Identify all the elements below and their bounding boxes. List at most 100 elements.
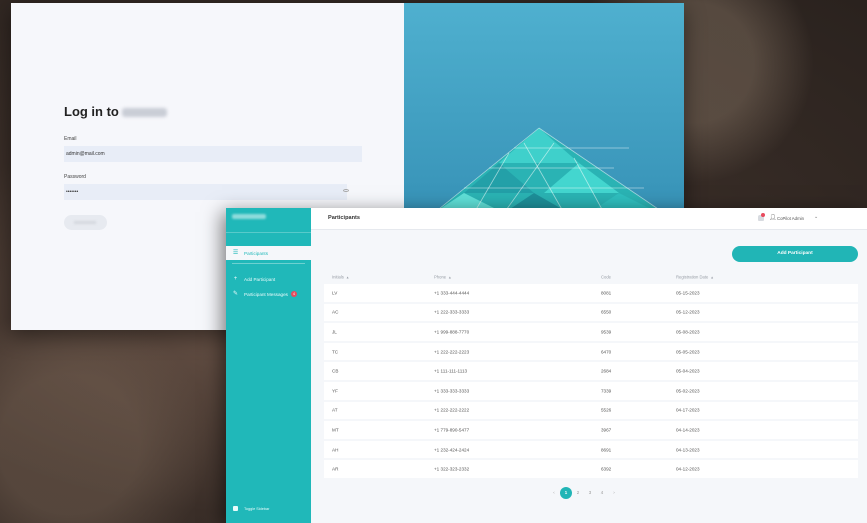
blurred-button-label [74,221,96,224]
initials-cell: CB [332,368,339,374]
chat-icon: ✎ [232,290,239,297]
table-header: Initials ▲ Phone ▲ Code Registration Date ▲ [324,270,858,284]
page-button-4[interactable]: 4 [596,487,608,499]
table-row[interactable]: TC +1 222-222-2223 6470 05-05-2023 [324,342,858,363]
initials-cell: AT [332,407,338,413]
table-row[interactable]: AH +1 232-424-2424 8691 04-13-2023 [324,440,858,461]
table-row[interactable]: AC +1 222-333-3333 6550 05-12-2023 [324,303,858,324]
phone-cell: +1 111-111-1113 [434,368,468,374]
sort-icon: ▲ [710,275,714,280]
registration-date-cell: 05-05-2023 [676,349,700,355]
registration-date-cell: 04-14-2023 [676,427,700,433]
list-icon: ☰ [232,249,239,256]
sidebar-divider [226,232,311,233]
notification-dot [761,213,765,217]
table-row[interactable]: YF +1 333-333-3333 7339 05-02-2023 [324,381,858,402]
table-row[interactable]: MT +1 779-890-5477 3967 04-14-2023 [324,421,858,441]
sidebar-item-label: Participants [244,250,269,256]
blurred-logo [232,214,266,219]
sort-icon: ▲ [345,275,350,280]
toggle-sidebar-button[interactable]: Toggle Sidebar [233,506,269,511]
blurred-app-name [121,108,167,118]
unread-badge: 4 [290,291,297,297]
page-title: Participants [328,215,361,221]
sidebar-divider [232,263,305,264]
registration-date-cell: 05-08-2023 [676,329,700,335]
phone-cell: +1 779-890-5477 [434,427,470,433]
plus-icon: + [233,275,238,282]
phone-cell: +1 222-222-2222 [434,407,470,413]
toggle-sidebar-label: Toggle Sidebar [244,506,270,511]
initials-cell: MT [332,427,339,433]
registration-date-cell: 04-13-2023 [676,447,700,453]
phone-cell: +1 222-222-2223 [434,349,470,355]
password-label: Password [64,174,86,180]
code-cell: 6550 [601,309,612,315]
code-cell: 2684 [601,368,612,374]
table-row[interactable]: JL +1 999-888-7770 9539 05-08-2023 [324,323,858,343]
table-row[interactable]: LV +1 333-444-4444 8081 05-15-2023 [324,284,858,304]
login-button[interactable] [64,215,107,230]
registration-date-cell: 05-04-2023 [676,368,700,374]
initials-cell: JL [332,329,337,335]
sidebar: ☰ Participants + Add Participant ✎ Parti… [226,208,311,523]
phone-cell: +1 333-444-4444 [434,290,470,296]
password-field[interactable]: ••••••• [64,184,347,200]
code-cell: 6392 [601,466,612,472]
login-title: Log in to [64,104,167,119]
sort-icon: ▲ [448,275,452,280]
phone-cell: +1 333-333-3333 [434,388,470,394]
registration-date-cell: 05-12-2023 [676,309,700,315]
page-button-2[interactable]: 2 [572,487,584,499]
initials-cell: TC [332,349,339,355]
sidebar-item-label: Add Participant [244,276,276,282]
email-field[interactable]: admin@mail.com [64,146,362,162]
code-cell: 6470 [601,349,612,355]
initials-cell: AR [332,466,339,472]
email-label: Email [64,136,77,142]
sidebar-item-label: Participant Messages [244,291,288,297]
initials-cell: AC [332,309,339,315]
phone-cell: +1 322-323-2332 [434,466,470,472]
top-bar: Participants 👤︎ CoPilot Admin ⌄ [311,208,867,230]
table-row[interactable]: CB +1 111-111-1113 2684 05-04-2023 [324,362,858,382]
user-name[interactable]: CoPilot Admin [777,216,804,221]
code-cell: 7339 [601,388,612,394]
sidebar-item-add-participant[interactable]: + Add Participant [226,272,311,286]
registration-date-cell: 05-02-2023 [676,388,700,394]
participants-table: Initials ▲ Phone ▲ Code Registration Date ▲… [324,270,858,480]
column-header-phone[interactable]: Phone ▲ [434,275,452,280]
sidebar-toggle-icon [233,506,238,511]
registration-date-cell: 05-15-2023 [676,290,700,296]
login-title-text: Log in to [64,104,119,119]
phone-cell: +1 232-424-2424 [434,447,470,453]
table-row[interactable]: AT +1 222-222-2222 5526 04-17-2023 [324,401,858,422]
column-header-initials[interactable]: Initials ▲ [332,275,349,280]
next-page-button[interactable]: › [608,487,620,499]
column-header-code[interactable]: Code [601,275,611,280]
chevron-down-icon[interactable]: ⌄ [814,214,818,220]
prev-page-button[interactable]: ‹ [548,487,560,499]
code-cell: 5526 [601,407,612,413]
sidebar-item-participant-messages[interactable]: ✎ Participant Messages 4 [226,287,311,301]
page-button-1[interactable]: 1 [560,487,572,499]
page-button-3[interactable]: 3 [584,487,596,499]
sidebar-item-participants[interactable]: ☰ Participants [226,246,311,260]
participants-window: ☰ Participants + Add Participant ✎ Parti… [226,208,867,523]
registration-date-cell: 04-17-2023 [676,407,700,413]
pagination: ‹ 1 2 3 4 › [548,487,620,499]
code-cell: 8691 [601,447,612,453]
initials-cell: YF [332,388,338,394]
add-participant-button[interactable]: Add Participant [732,246,858,262]
phone-cell: +1 222-333-3333 [434,309,470,315]
table-row[interactable]: AR +1 322-323-2332 6392 04-12-2023 [324,460,858,480]
eye-icon[interactable] [343,189,349,192]
initials-cell: AH [332,447,339,453]
code-cell: 9539 [601,329,612,335]
user-icon: 👤︎ [769,215,777,221]
column-header-registration-date[interactable]: Registration Date ▲ [676,275,714,280]
code-cell: 3967 [601,427,612,433]
table-body: LV +1 333-444-4444 8081 05-15-2023 AC +1 222-… [324,284,858,480]
code-cell: 8081 [601,290,612,296]
initials-cell: LV [332,290,338,296]
